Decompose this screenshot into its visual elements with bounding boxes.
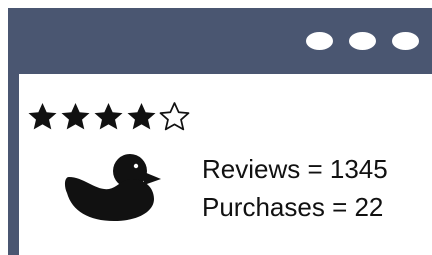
star-filled-icon — [127, 103, 156, 130]
window-control-dot[interactable] — [392, 32, 419, 50]
window-control-dot[interactable] — [349, 32, 376, 50]
product-card: Reviews = 1345 Purchases = 22 — [19, 74, 432, 255]
reviews-count: Reviews = 1345 — [202, 154, 388, 184]
app-window: Reviews = 1345 Purchases = 22 — [8, 8, 432, 255]
purchases-count: Purchases = 22 — [202, 192, 384, 222]
star-filled-icon — [61, 103, 90, 130]
product-stats: Reviews = 1345 Purchases = 22 — [202, 150, 388, 226]
duck-icon — [64, 154, 161, 221]
title-bar — [8, 8, 432, 74]
star-rating — [26, 101, 191, 133]
star-empty-icon — [159, 102, 190, 131]
star-filled-icon — [28, 103, 57, 130]
window-control-dot[interactable] — [306, 32, 333, 50]
star-filled-icon — [94, 103, 123, 130]
